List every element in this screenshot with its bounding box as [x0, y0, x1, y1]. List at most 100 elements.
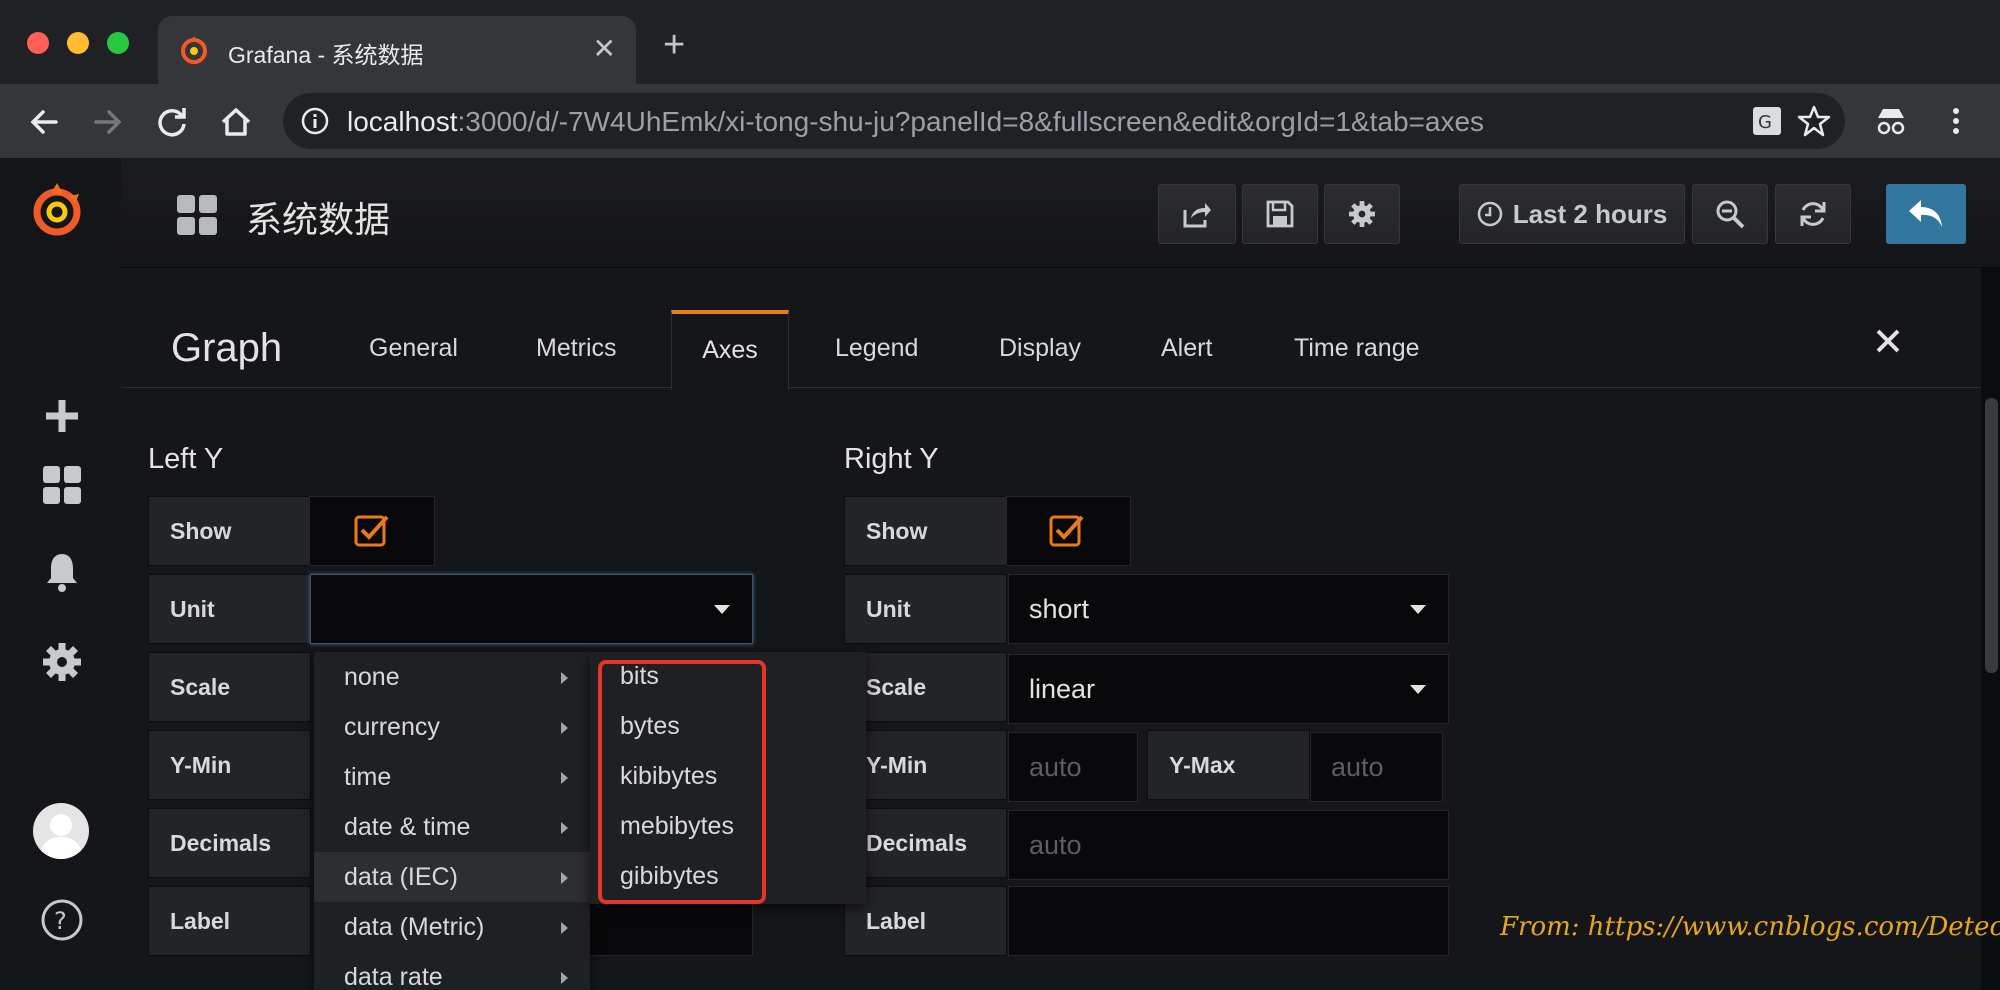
- dashboards-icon[interactable]: [40, 463, 84, 507]
- browser-menu-icon[interactable]: [1937, 102, 1975, 140]
- create-plus-icon[interactable]: [40, 394, 84, 438]
- right-y-label-label: Label: [844, 886, 1007, 956]
- submenu-arrow-icon: [561, 922, 568, 934]
- submenu-arrow-icon: [561, 722, 568, 734]
- right-y-scale-select[interactable]: linear: [1008, 654, 1449, 724]
- incognito-icon[interactable]: [1872, 102, 1910, 140]
- chevron-down-icon: [714, 605, 730, 614]
- chevron-down-icon: [1410, 605, 1426, 614]
- left-y-scale-label: Scale: [148, 652, 311, 722]
- configuration-gear-icon[interactable]: [40, 640, 84, 684]
- new-tab-icon[interactable]: +: [663, 26, 685, 64]
- menu-item-data-iec[interactable]: data (IEC): [314, 852, 590, 902]
- svg-text:?: ?: [54, 907, 67, 935]
- share-button[interactable]: [1158, 184, 1236, 244]
- time-range-label: Last 2 hours: [1512, 198, 1668, 229]
- right-y-unit-select[interactable]: short: [1008, 574, 1449, 644]
- right-y-show-label: Show: [844, 496, 1007, 566]
- user-avatar[interactable]: [33, 803, 89, 859]
- tab-general[interactable]: General: [369, 334, 458, 363]
- menu-item-date-time[interactable]: date & time: [314, 802, 590, 852]
- right-y-show-checkbox[interactable]: [1006, 496, 1131, 566]
- right-y-ymax-label: Y-Max: [1147, 730, 1310, 800]
- site-info-icon[interactable]: [301, 107, 329, 135]
- translate-icon[interactable]: G: [1748, 102, 1786, 140]
- dashboard-title[interactable]: 系统数据: [246, 191, 390, 243]
- right-y-ymin-input[interactable]: auto: [1008, 732, 1138, 802]
- zoom-out-magnifier-icon: [1716, 200, 1745, 229]
- dashboard-settings-button[interactable]: [1324, 184, 1400, 244]
- right-y-decimals-input[interactable]: auto: [1008, 810, 1449, 880]
- unit-category-menu: none currency time date & time data (IEC…: [314, 652, 590, 990]
- bookmark-star-icon[interactable]: [1795, 102, 1833, 140]
- menu-item-time[interactable]: time: [314, 752, 590, 802]
- right-y-unit-value: short: [1029, 593, 1090, 624]
- time-range-picker[interactable]: Last 2 hours: [1459, 184, 1685, 244]
- source-credit-watermark: From: https://www.cnblogs.com/Detector/: [1500, 912, 2000, 942]
- menu-item-data-metric[interactable]: data (Metric): [314, 902, 590, 952]
- right-y-ymax-input[interactable]: auto: [1310, 732, 1443, 802]
- clock-icon: [1477, 201, 1502, 227]
- tab-close-icon[interactable]: ✕: [593, 32, 616, 65]
- tab-axes[interactable]: Axes: [671, 310, 789, 390]
- alerting-bell-icon[interactable]: [40, 550, 84, 594]
- menu-item-none[interactable]: none: [314, 652, 590, 702]
- home-icon[interactable]: [214, 100, 258, 144]
- right-y-decimals-placeholder: auto: [1029, 829, 1082, 860]
- tab-time-range[interactable]: Time range: [1294, 334, 1420, 363]
- grafana-favicon-icon: [181, 36, 207, 64]
- tab-metrics[interactable]: Metrics: [536, 334, 617, 363]
- close-editor-icon[interactable]: [1873, 326, 1903, 356]
- tab-title: Grafana - 系统数据: [228, 42, 424, 68]
- undo-arrow-icon: [1909, 200, 1942, 227]
- submenu-arrow-icon: [561, 972, 568, 984]
- panel-type-title: Graph: [171, 326, 283, 370]
- right-y-scale-value: linear: [1029, 673, 1096, 704]
- grafana-logo-icon[interactable]: [27, 180, 87, 240]
- right-y-label-input[interactable]: [1008, 886, 1449, 956]
- save-floppy-icon: [1266, 200, 1294, 228]
- address-bar[interactable]: localhost:3000/d/-7W4UhEmk/xi-tong-shu-j…: [283, 93, 1845, 149]
- back-to-dashboard-button[interactable]: [1886, 184, 1966, 244]
- user-silhouette-icon: [39, 814, 83, 859]
- browser-tab[interactable]: Grafana - 系统数据 ✕: [158, 16, 636, 84]
- help-icon[interactable]: ?: [40, 898, 84, 942]
- zoom-out-button[interactable]: [1692, 184, 1768, 244]
- save-dashboard-button[interactable]: [1242, 184, 1318, 244]
- right-y-unit-label: Unit: [844, 574, 1007, 644]
- window-zoom-button[interactable]: [107, 32, 129, 54]
- chevron-down-icon: [1410, 685, 1426, 694]
- tab-legend[interactable]: Legend: [835, 334, 918, 363]
- dashboard-navbar: 系统数据 Last 2 hours: [121, 158, 2000, 268]
- browser-toolbar: localhost:3000/d/-7W4UhEmk/xi-tong-shu-j…: [0, 84, 2000, 158]
- tab-display[interactable]: Display: [999, 334, 1081, 363]
- tab-alert[interactable]: Alert: [1161, 334, 1212, 363]
- refresh-button[interactable]: [1775, 184, 1851, 244]
- menu-item-currency[interactable]: currency: [314, 702, 590, 752]
- back-arrow-icon[interactable]: [22, 100, 66, 144]
- left-y-show-label: Show: [148, 496, 311, 566]
- menu-item-data-rate[interactable]: data rate: [314, 952, 590, 990]
- reload-icon[interactable]: [150, 100, 194, 144]
- svg-text:G: G: [1758, 112, 1772, 133]
- dashboard-grid-icon[interactable]: [176, 194, 218, 236]
- tab-axes-label: Axes: [702, 336, 758, 364]
- left-y-show-checkbox[interactable]: [309, 496, 435, 566]
- right-y-ymin-label: Y-Min: [844, 730, 1007, 800]
- submenu-arrow-icon: [561, 672, 568, 684]
- checkbox-checked-icon: [1049, 515, 1084, 547]
- left-y-label-label: Label: [148, 886, 311, 956]
- left-y-heading: Left Y: [148, 443, 224, 475]
- right-y-decimals-label: Decimals: [844, 808, 1007, 878]
- editor-header: Graph General Metrics Axes Legend Displa…: [121, 268, 1981, 390]
- side-menu: ?: [0, 158, 121, 990]
- forward-arrow-icon[interactable]: [86, 100, 130, 144]
- right-y-scale-label: Scale: [844, 652, 1007, 722]
- window-close-button[interactable]: [27, 32, 49, 54]
- submenu-arrow-icon: [561, 872, 568, 884]
- left-y-unit-select[interactable]: [310, 574, 753, 644]
- submenu-arrow-icon: [561, 822, 568, 834]
- window-minimize-button[interactable]: [67, 32, 89, 54]
- settings-gear-icon: [1349, 201, 1375, 227]
- editor-scrollbar[interactable]: [1985, 398, 1998, 673]
